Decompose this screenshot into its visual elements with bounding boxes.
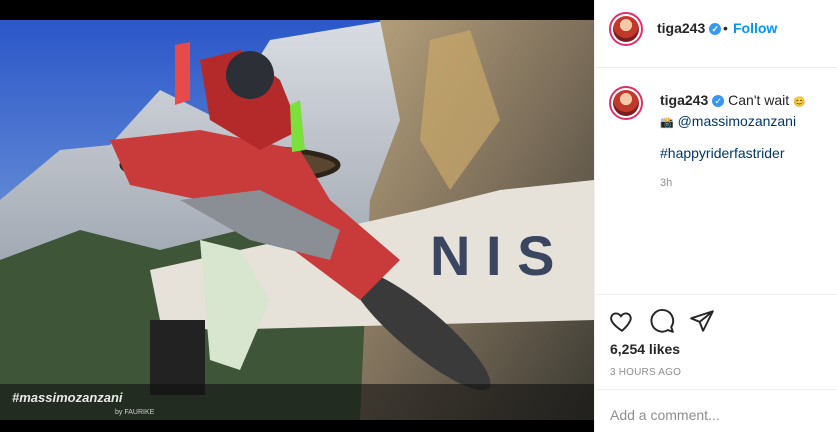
caption-mention-link[interactable]: @massimozanzani bbox=[678, 113, 796, 129]
likes-count[interactable]: 6,254 likes bbox=[610, 341, 680, 357]
comment-icon[interactable] bbox=[649, 308, 675, 334]
caption-hashtag-link[interactable]: #happyriderfastrider bbox=[660, 145, 785, 161]
watermark-subtext: by FAURIKE bbox=[115, 409, 155, 416]
caption-time[interactable]: 3h bbox=[660, 177, 672, 189]
post-sidebar: tiga243 ✓ • Follow tiga243 ✓ Can't wait 😊 … bbox=[594, 0, 837, 432]
instagram-post: N I S #massimozanzani by FAURIKE tiga243… bbox=[0, 0, 837, 432]
follow-button[interactable]: Follow bbox=[733, 20, 777, 36]
header-avatar[interactable] bbox=[609, 12, 643, 46]
post-timestamp[interactable]: 3 HOURS AGO bbox=[610, 367, 681, 378]
verified-badge-icon: ✓ bbox=[712, 95, 725, 108]
caption-text: tiga243 ✓ Can't wait 😊 📸 @massimozanzani bbox=[660, 91, 830, 133]
motocross-photo-graphic: N I S #massimozanzani by FAURIKE bbox=[0, 0, 594, 432]
caption-username[interactable]: tiga243 bbox=[660, 92, 708, 108]
sign-text: N I S bbox=[430, 224, 554, 287]
header-username[interactable]: tiga243 ✓ bbox=[657, 20, 722, 36]
header-divider bbox=[595, 67, 837, 68]
camera-emoji-icon: 📸 bbox=[660, 117, 674, 129]
post-photo[interactable]: N I S #massimozanzani by FAURIKE bbox=[0, 0, 594, 432]
watermark-text: #massimozanzani bbox=[12, 390, 123, 405]
heart-icon[interactable] bbox=[609, 308, 635, 334]
caption-avatar[interactable] bbox=[609, 86, 643, 120]
actions-divider bbox=[595, 294, 837, 295]
verified-badge-icon: ✓ bbox=[709, 23, 722, 36]
caption-body: Can't wait bbox=[728, 92, 790, 108]
paper-plane-icon[interactable] bbox=[689, 308, 715, 334]
comment-input[interactable] bbox=[610, 403, 820, 427]
smile-emoji-icon: 😊 bbox=[793, 97, 806, 108]
comment-divider bbox=[595, 389, 837, 390]
header-separator: • bbox=[723, 20, 728, 36]
